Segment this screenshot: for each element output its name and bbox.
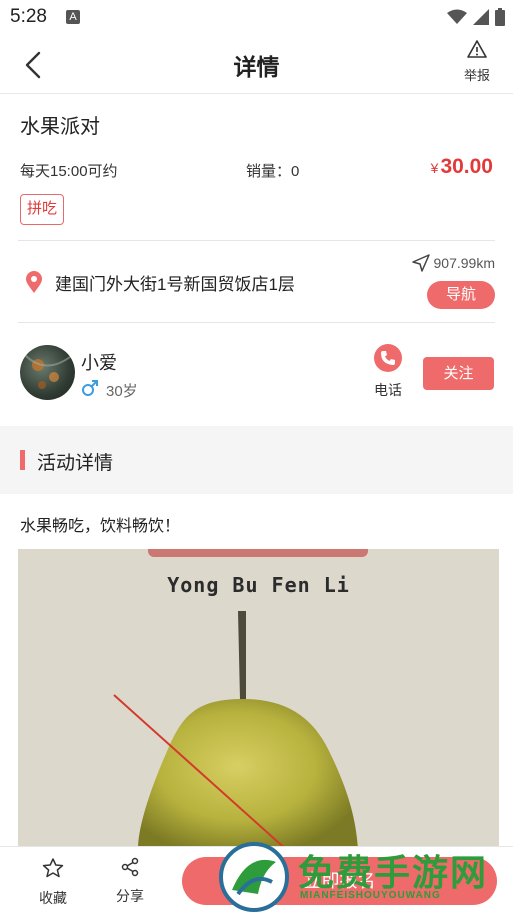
- navigation-arrow-icon: [411, 254, 430, 272]
- avatar[interactable]: [20, 345, 75, 400]
- event-sales: 销量：0: [246, 163, 300, 180]
- pear-image: [113, 611, 358, 849]
- event-title: 水果派对: [20, 116, 100, 138]
- male-icon: [82, 380, 98, 396]
- signup-button[interactable]: 立即报名: [182, 857, 497, 905]
- location-pin-icon: [26, 271, 42, 293]
- phone-icon-circle: [374, 344, 402, 372]
- share-label: 分享: [116, 888, 144, 904]
- price-symbol: ¥: [430, 160, 439, 176]
- event-price: ¥30.00: [431, 155, 493, 179]
- distance-value: 907.99km: [433, 255, 495, 271]
- section-header: 活动详情: [0, 426, 513, 494]
- report-button[interactable]: 举报: [455, 40, 499, 90]
- distance: 907.99km: [411, 254, 495, 272]
- divider: [18, 322, 495, 323]
- share-button[interactable]: 分享: [105, 857, 155, 906]
- follow-button[interactable]: 关注: [423, 357, 494, 390]
- event-tag: 拼吃: [20, 194, 65, 225]
- phone-button[interactable]: 电话: [369, 344, 407, 400]
- event-description: 水果畅吃，饮料畅饮！: [20, 518, 181, 535]
- navigate-button[interactable]: 导航: [427, 281, 495, 309]
- phone-icon: [381, 351, 395, 365]
- collect-label: 收藏: [39, 890, 67, 906]
- report-label: 举报: [463, 68, 490, 83]
- signal-icon: [473, 9, 489, 25]
- battery-icon: [495, 8, 505, 26]
- divider: [18, 240, 495, 241]
- host-name: 小爱: [81, 353, 117, 373]
- status-bar: 5:28 A: [0, 0, 513, 34]
- collect-button[interactable]: 收藏: [28, 857, 78, 908]
- header: 详情 举报: [0, 34, 513, 94]
- section-accent-bar: [20, 450, 25, 470]
- price-value: 30.00: [440, 155, 493, 178]
- wifi-icon: [447, 9, 467, 24]
- status-icons: [447, 8, 505, 26]
- event-schedule: 每天15:00可约: [20, 163, 118, 180]
- page-title: 详情: [233, 54, 280, 80]
- status-time: 5:28: [10, 6, 47, 27]
- phone-label: 电话: [374, 382, 402, 398]
- star-icon: [42, 858, 64, 878]
- event-address: 建国门外大街1号新国贸饭店1层: [55, 275, 295, 294]
- host-age: 30岁: [106, 383, 138, 400]
- bottom-bar: 收藏 分享 立即报名: [0, 846, 513, 913]
- notification-icon: A: [66, 10, 80, 24]
- event-photo[interactable]: Yong Bu Fen Li: [18, 549, 499, 849]
- share-icon: [121, 857, 139, 877]
- section-title: 活动详情: [37, 453, 114, 474]
- avatar-image: [24, 354, 71, 389]
- event-info-row: 每天15:00可约 销量：0 ¥30.00: [20, 155, 493, 185]
- warning-icon: [467, 40, 487, 58]
